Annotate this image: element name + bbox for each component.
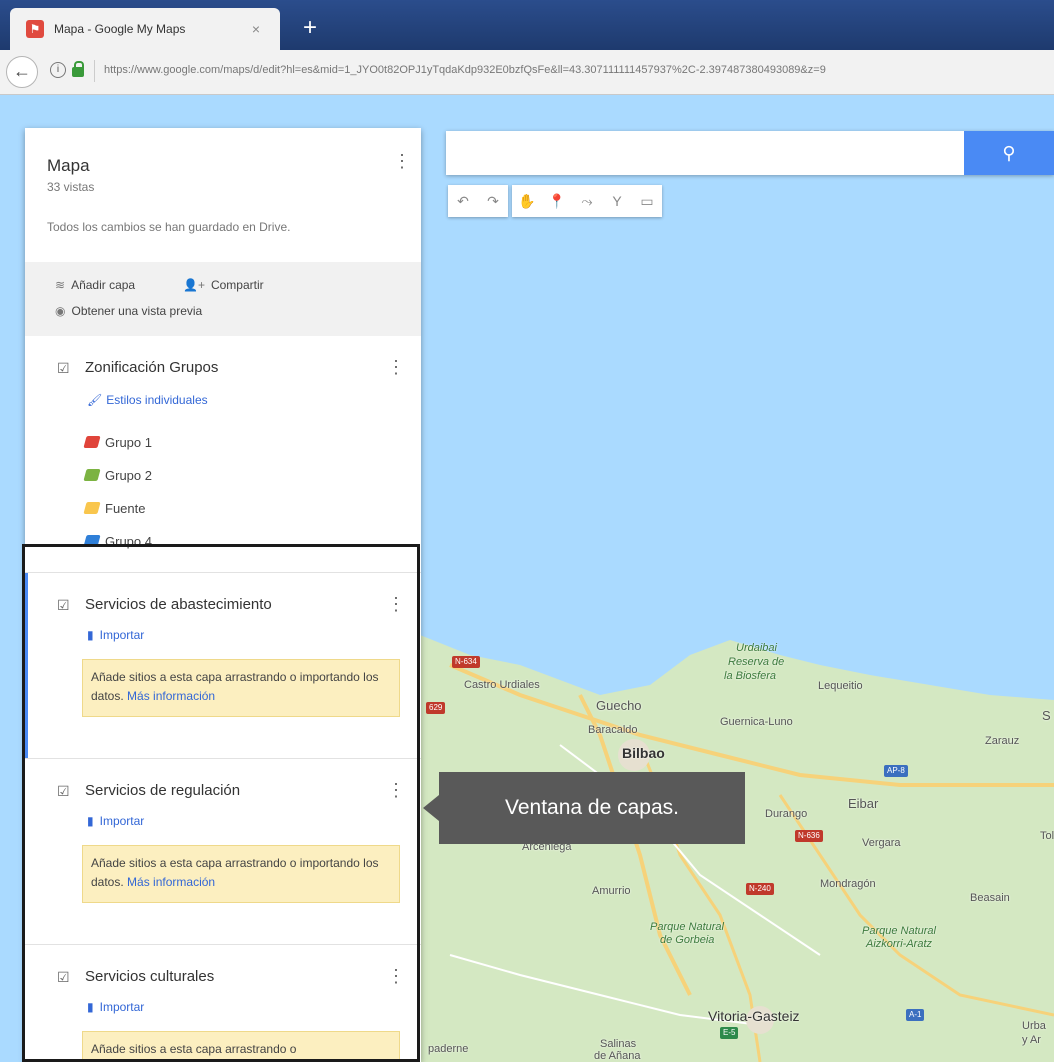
map-label-baracaldo: Baracaldo — [588, 724, 638, 736]
road-shield-n636: N-636 — [795, 830, 823, 842]
callout-arrow — [423, 795, 439, 821]
map-label-salinas-2: de Añana — [594, 1050, 641, 1062]
road-shield-e5: E-5 — [720, 1027, 739, 1039]
map-views-count: 33 vistas — [47, 180, 95, 194]
add-layer-label: Añadir capa — [71, 278, 136, 292]
draw-line-icon[interactable]: ⤳ — [572, 185, 602, 217]
map-label-tolosa: Tol — [1040, 830, 1054, 842]
layers-icon: ≋ — [55, 278, 66, 292]
road-shield-a1: A-1 — [906, 1009, 925, 1021]
map-label-aizkorri-1: Parque Natural — [862, 925, 936, 937]
add-person-icon: 👤+ — [183, 278, 205, 292]
directions-icon[interactable]: Y — [602, 185, 632, 217]
preview-button[interactable]: ◉ Obtener una vista previa — [55, 304, 202, 318]
group-color-swatch — [83, 469, 101, 481]
hand-icon[interactable]: ✋ — [512, 185, 542, 217]
back-arrow-icon[interactable]: ← — [6, 56, 38, 88]
map-label-urdaibai: Urdaibai — [736, 642, 777, 654]
search-icon[interactable]: ⚲ — [964, 131, 1054, 175]
map-label-reserva: Reserva de — [728, 656, 785, 668]
ruler-icon[interactable]: ▭ — [632, 185, 662, 217]
paint-roller-icon: 🖌 — [87, 393, 103, 407]
map-label-beasain: Beasain — [970, 892, 1010, 904]
layers-highlight-box — [22, 544, 420, 1062]
map-label-eibar: Eibar — [848, 796, 879, 811]
map-label-vergara: Vergara — [862, 837, 901, 849]
callout-label: Ventana de capas. — [439, 772, 745, 844]
map-label-castro: Castro Urdiales — [464, 679, 540, 691]
map-label-gorbeia-2: de Gorbeia — [660, 934, 715, 946]
map-label-zarauz: Zarauz — [985, 735, 1020, 747]
address-divider — [94, 60, 95, 82]
map-label-mondragon: Mondragón — [820, 878, 876, 890]
individual-styles-label: Estilos individuales — [106, 393, 208, 407]
group-item[interactable]: Grupo 2 — [83, 468, 152, 483]
map-label-guernica: Guernica-Luno — [720, 716, 793, 728]
layer-options-icon[interactable]: ⋮ — [387, 358, 405, 376]
panel-actions: ≋ Añadir capa 👤+ Compartir ◉ Obtener una vi… — [25, 262, 421, 336]
lock-icon — [72, 61, 84, 77]
map-label-salinas: Salinas — [600, 1038, 637, 1050]
map-options-icon[interactable]: ⋮ — [393, 152, 411, 170]
tab-title: Mapa - Google My Maps — [54, 22, 186, 36]
road-shield-629: 629 — [426, 702, 446, 714]
group-label: Grupo 2 — [105, 468, 152, 483]
layer-name[interactable]: Zonificación Grupos — [85, 359, 218, 376]
eye-icon: ◉ — [55, 304, 66, 318]
group-item[interactable]: Grupo 1 — [83, 435, 152, 450]
map-label-urba: Urba — [1022, 1020, 1046, 1032]
map-title[interactable]: Mapa — [47, 156, 90, 176]
group-label: Fuente — [105, 501, 146, 516]
group-label: Grupo 1 — [105, 435, 152, 450]
map-label-durango: Durango — [765, 808, 808, 820]
add-layer-button[interactable]: ≋ Añadir capa — [55, 278, 135, 292]
map-label-paderne: paderne — [428, 1043, 469, 1055]
road-shield-n634: N-634 — [452, 656, 480, 668]
share-button[interactable]: 👤+ Compartir — [183, 278, 264, 292]
individual-styles-link[interactable]: 🖌 Estilos individuales — [87, 393, 208, 407]
group-color-swatch — [83, 436, 101, 448]
url-field[interactable]: https://www.google.com/maps/d/edit?hl=es… — [104, 64, 1044, 76]
map-label-guecho: Guecho — [596, 698, 642, 713]
tab-close-icon[interactable]: × — [252, 21, 260, 37]
undo-icon[interactable]: ↶ — [448, 185, 478, 217]
map-label-amurrio: Amurrio — [592, 885, 631, 897]
share-label: Compartir — [210, 278, 264, 292]
redo-icon[interactable]: ↷ — [478, 185, 508, 217]
marker-icon[interactable]: 📍 — [542, 185, 572, 217]
preview-label: Obtener una vista previa — [71, 304, 203, 318]
map-label-gorbeia-1: Parque Natural — [650, 921, 724, 933]
map-toolbar: ↶ ↷ ✋ 📍 ⤳ Y ▭ — [448, 185, 662, 217]
new-tab-button[interactable]: + — [296, 14, 324, 42]
map-label-s: S — [1042, 708, 1051, 723]
group-color-swatch — [83, 502, 101, 514]
info-icon[interactable]: i — [50, 62, 66, 78]
road-shield-ap8: AP-8 — [884, 765, 908, 777]
map-label-aizkorri-2: Aizkorri-Aratz — [866, 938, 933, 950]
draw-tools-group: ✋ 📍 ⤳ Y ▭ — [512, 185, 662, 217]
map-label-lequeitio: Lequeitio — [818, 680, 863, 692]
group-item[interactable]: Fuente — [83, 501, 146, 516]
map-search-box[interactable]: ⚲ — [446, 131, 1054, 175]
save-status: Todos los cambios se han guardado en Dri… — [47, 220, 291, 234]
address-bar: ← i https://www.google.com/maps/d/edit?h… — [0, 50, 1054, 95]
map-label-vitoria: Vitoria-Gasteiz — [708, 1008, 800, 1024]
map-label-bilbao: Bilbao — [622, 745, 665, 761]
road-shield-n240: N-240 — [746, 883, 774, 895]
undo-redo-group: ↶ ↷ — [448, 185, 508, 217]
my-maps-favicon-icon: ⚑ — [26, 20, 44, 38]
browser-tab[interactable]: ⚑ Mapa - Google My Maps × — [10, 8, 280, 50]
layer-checkbox[interactable]: ☑ — [57, 360, 70, 377]
map-label-yar: y Ar — [1022, 1034, 1041, 1046]
browser-titlebar: ⚑ Mapa - Google My Maps × + — [0, 0, 1054, 50]
map-label-biosfera: la Biosfera — [724, 670, 776, 682]
layer-zonificacion: ☑ Zonificación Grupos ⋮ 🖌 Estilos individ… — [25, 336, 421, 572]
